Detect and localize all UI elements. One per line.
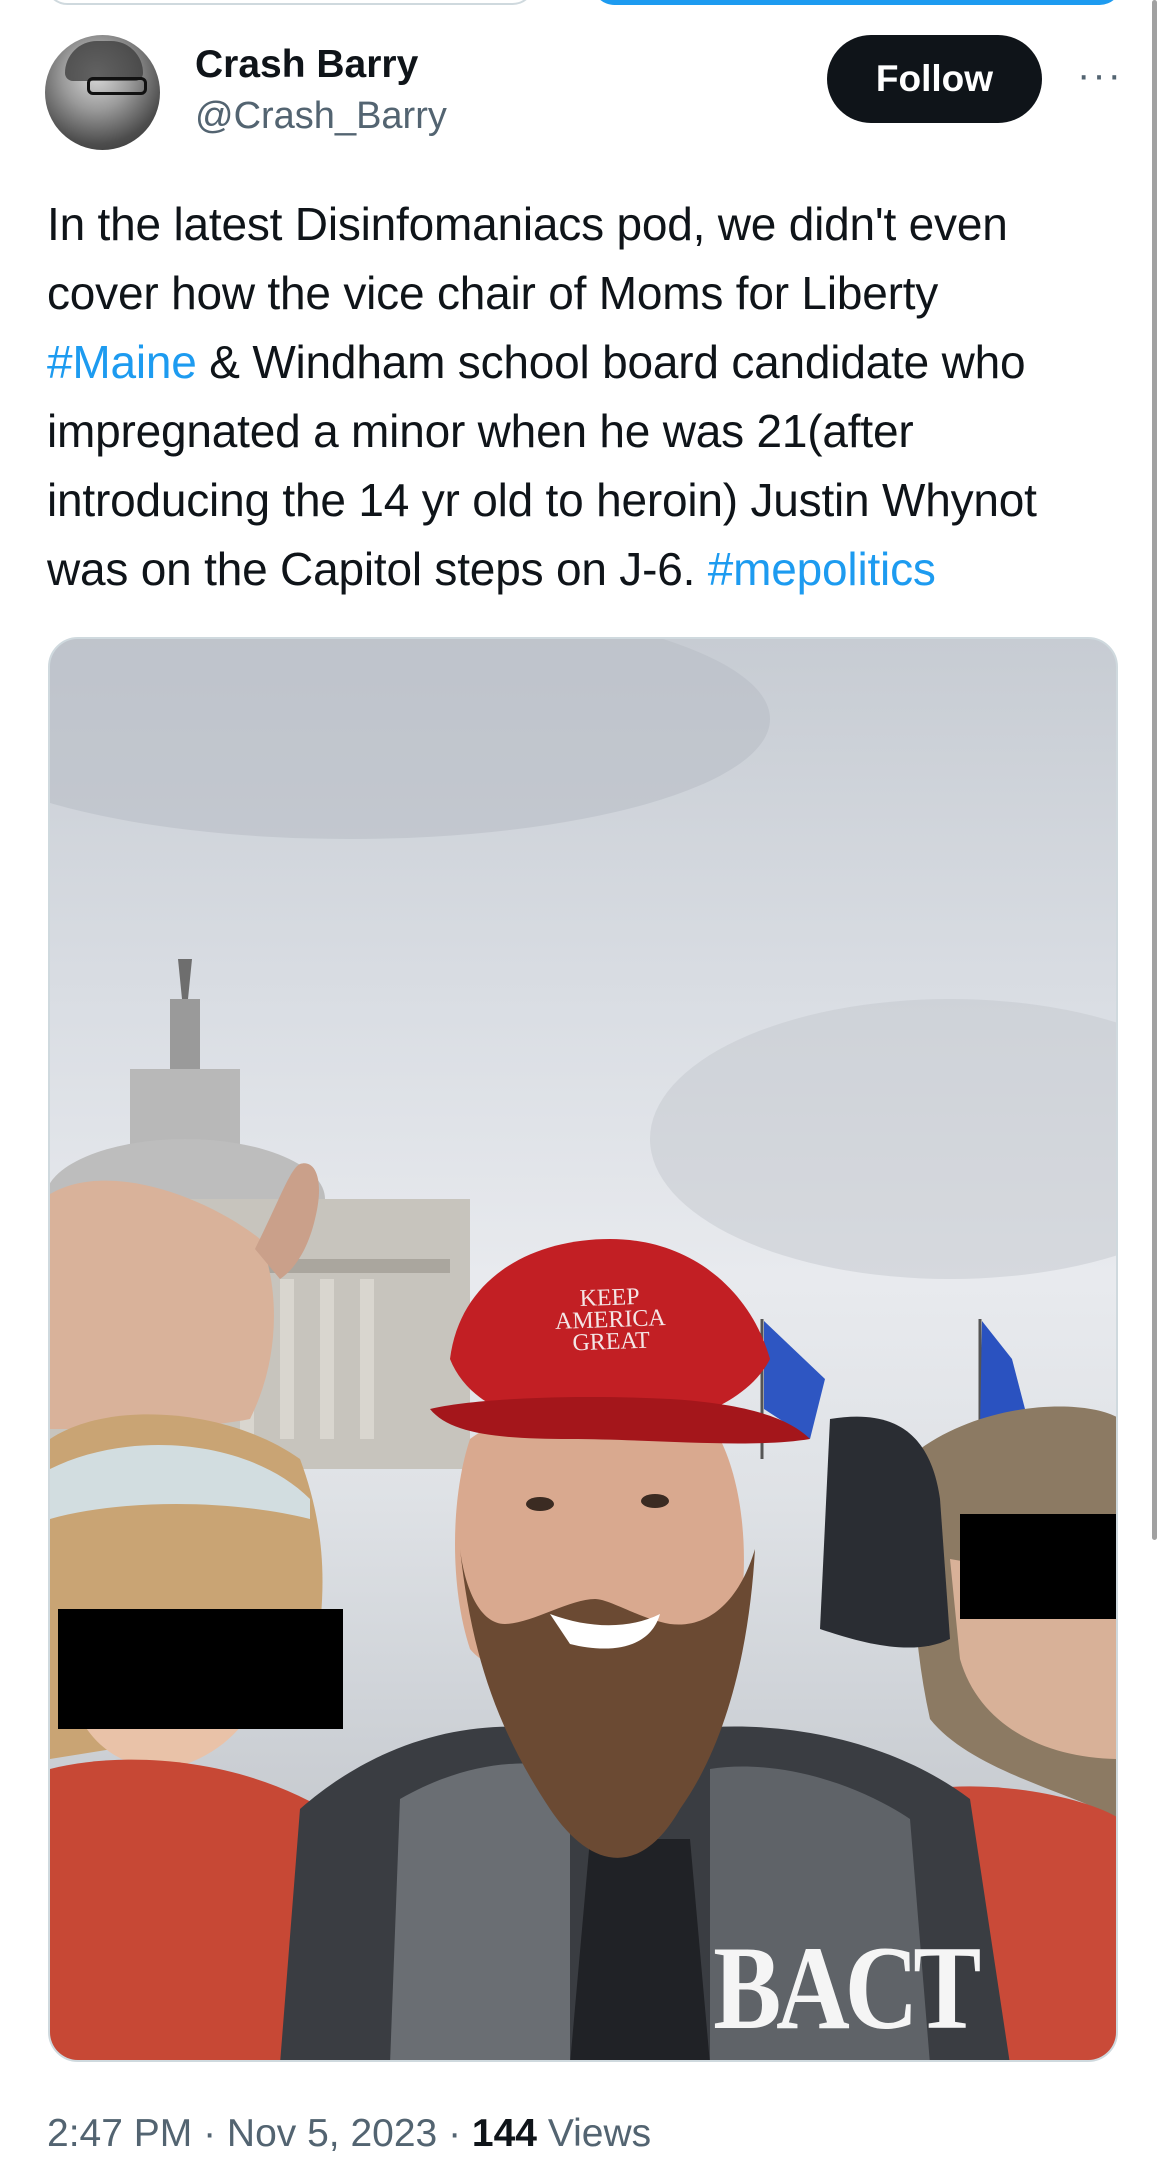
tweet-line: was on the Capitol steps on J-6. #mepoli… [47, 535, 1127, 604]
views-label[interactable]: Views [537, 2112, 651, 2155]
tweet-line: cover how the vice chair of Moms for Lib… [47, 267, 939, 319]
avatar-hair [65, 41, 143, 81]
previous-primary-button[interactable] [592, 0, 1122, 5]
shirt-text: BACT [713, 1921, 981, 2054]
avatar[interactable] [45, 35, 160, 150]
hat-text-line: GREAT [571, 1327, 651, 1357]
cloud-shape [50, 639, 770, 839]
cloud-shape [650, 999, 1116, 1279]
scrollbar[interactable] [1152, 0, 1157, 1540]
tweet-line: #Maine & Windham school board candidate … [47, 328, 1127, 397]
previous-outline-button[interactable] [45, 0, 535, 5]
tweet-line-text: was on the Capitol steps on J-6. [47, 543, 696, 595]
redaction-bar [58, 1609, 343, 1729]
avatar-glasses [87, 77, 147, 95]
author-name[interactable]: Crash Barry [195, 43, 418, 87]
tweet-line: introducing the 14 yr old to heroin) Jus… [47, 474, 1037, 526]
tweet-text: In the latest Disinfomaniacs pod, we did… [47, 190, 1127, 604]
tweet-photo[interactable]: KEEP AMERICA GREAT BACT [48, 637, 1118, 2062]
more-options-icon[interactable]: ··· [1065, 40, 1135, 110]
hashtag-maine[interactable]: #Maine [47, 336, 197, 388]
tweet-line: In the latest Disinfomaniacs pod, we did… [47, 198, 1008, 250]
hat-text: KEEP AMERICA GREAT [554, 1284, 667, 1357]
hashtag-mepolitics[interactable]: #mepolitics [708, 543, 936, 595]
views-count[interactable]: 144 [472, 2112, 537, 2155]
tweet-line-rest: & Windham school board candidate who [196, 336, 1026, 388]
meta-separator: · [192, 2112, 227, 2155]
tweet-time[interactable]: 2:47 PM [47, 2112, 192, 2155]
meta-separator: · [437, 2112, 472, 2155]
follow-button[interactable]: Follow [827, 35, 1042, 123]
redaction-bar [960, 1514, 1116, 1619]
tweet-meta: 2:47 PM · Nov 5, 2023 · 144 Views [47, 2112, 651, 2156]
tweet-date[interactable]: Nov 5, 2023 [227, 2112, 437, 2155]
author-handle[interactable]: @Crash_Barry [195, 95, 447, 138]
tweet-header: Crash Barry @Crash_Barry Follow ··· [45, 35, 1125, 155]
tweet-line: impregnated a minor when he was 21(after [47, 405, 914, 457]
